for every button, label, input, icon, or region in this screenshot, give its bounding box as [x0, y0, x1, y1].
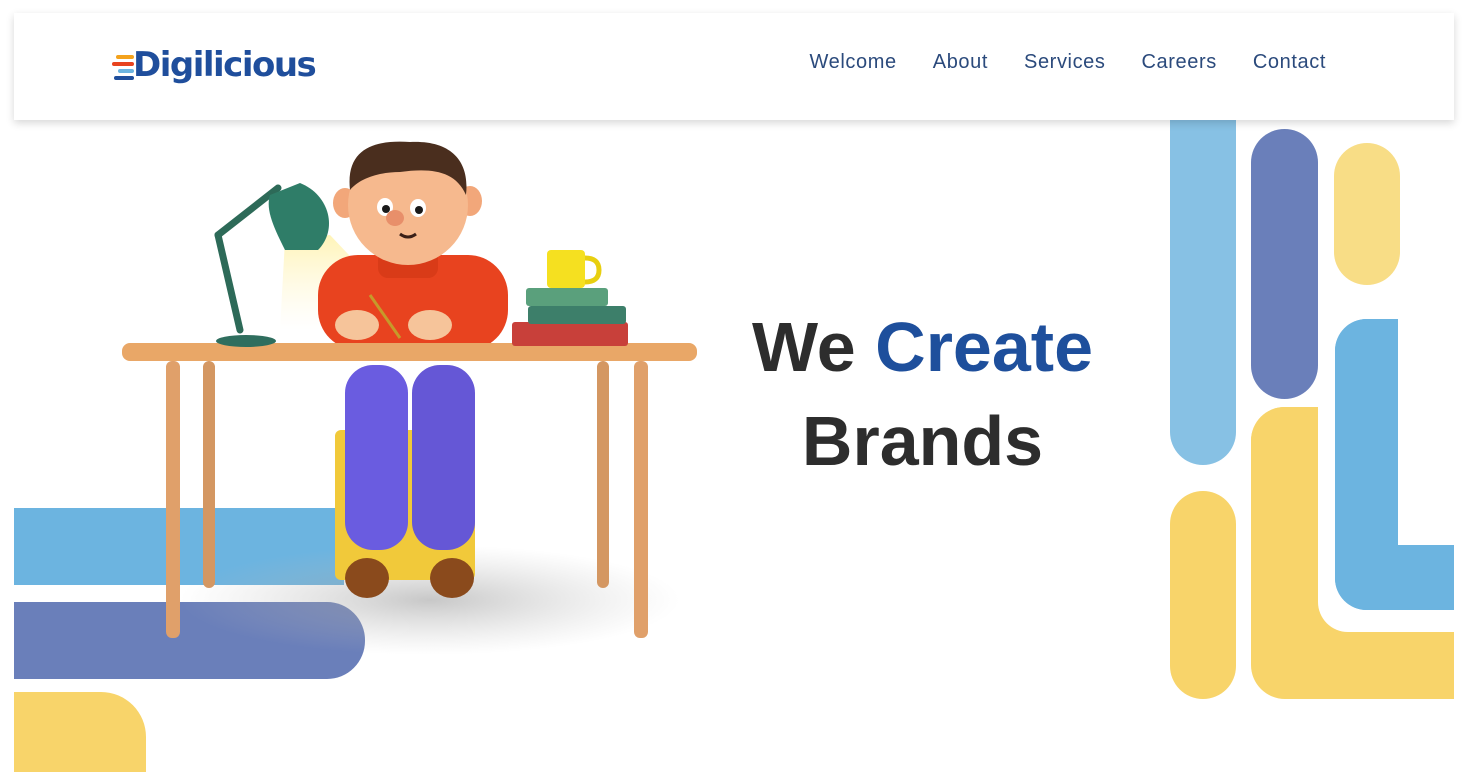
mug: [547, 250, 585, 288]
pupil-left: [382, 205, 390, 213]
trouser-right: [412, 365, 475, 550]
book-middle: [528, 306, 626, 324]
nav-link-contact[interactable]: Contact: [1253, 51, 1326, 74]
nose: [386, 210, 404, 226]
site-header: Digilicious Welcome About Services Caree…: [14, 13, 1454, 120]
hand-left: [335, 310, 379, 340]
shoe-right: [430, 558, 474, 598]
main-nav: Welcome About Services Careers Contact: [774, 51, 1326, 74]
desk-leg-front-right: [634, 361, 648, 638]
hero-headline: We Create Brands: [720, 300, 1125, 488]
nav-link-about[interactable]: About: [933, 51, 988, 74]
logo-wordmark: Digilicious: [133, 45, 317, 85]
hero-headline-line2: Brands: [801, 402, 1044, 480]
lamp-shade: [268, 183, 330, 250]
nav-link-careers[interactable]: Careers: [1142, 51, 1217, 74]
lamp-base: [216, 335, 276, 347]
trouser-left: [345, 365, 408, 550]
brand-logo[interactable]: Digilicious: [112, 43, 317, 93]
book-bottom: [512, 322, 628, 346]
lamp-arm-lower: [214, 231, 244, 334]
desk-leg-back-left: [203, 361, 215, 588]
lamp-arm-upper: [214, 184, 282, 239]
shoe-left: [345, 558, 389, 598]
pupil-right: [415, 206, 423, 214]
hero-word-we: We: [751, 308, 856, 386]
desk-leg-front-left: [166, 361, 180, 638]
nav-link-welcome[interactable]: Welcome: [810, 51, 897, 74]
desk-leg-back-right: [597, 361, 609, 588]
hero-word-create: Create: [875, 308, 1094, 386]
hand-right: [408, 310, 452, 340]
mug-handle: [584, 255, 602, 285]
nav-link-services[interactable]: Services: [1024, 51, 1106, 74]
hero-headline-line1: We Create: [720, 300, 1125, 394]
book-top: [526, 288, 608, 306]
